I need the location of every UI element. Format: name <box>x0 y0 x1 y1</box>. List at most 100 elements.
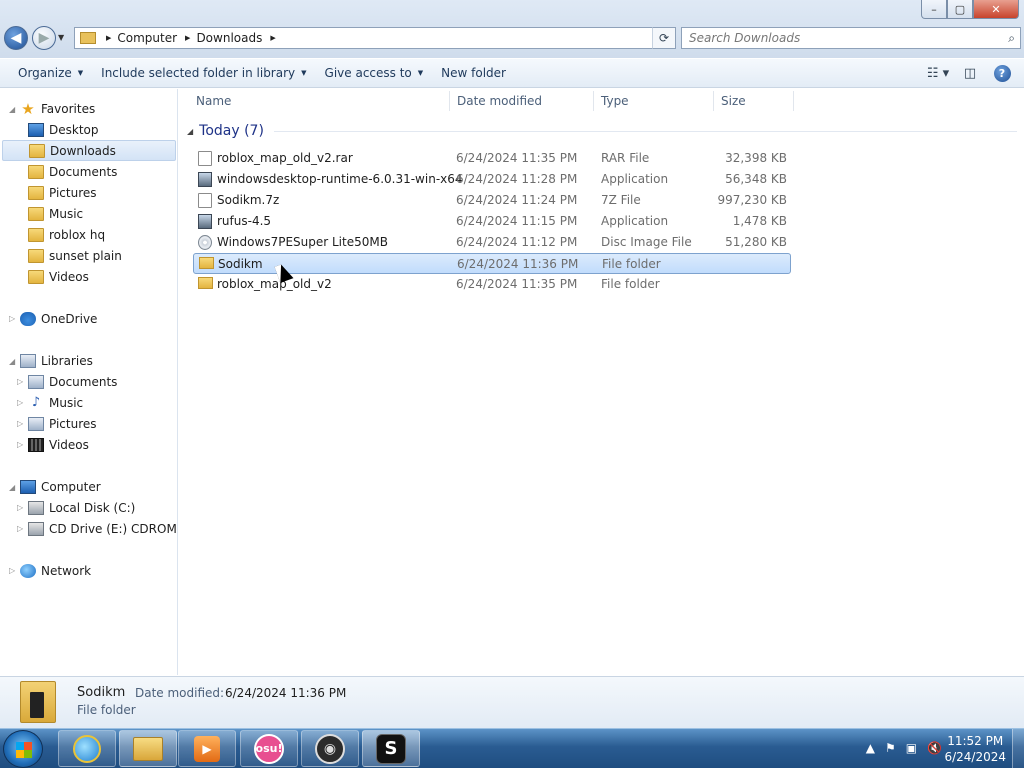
nav-pictures[interactable]: Pictures <box>28 182 97 203</box>
nav-downloads[interactable]: Downloads <box>2 140 176 161</box>
forward-arrow-icon: ▶ <box>38 30 50 46</box>
breadcrumb-computer[interactable]: Computer <box>117 31 177 45</box>
expand-triangle-icon[interactable]: ▷ <box>17 419 23 428</box>
recent-pages-dropdown[interactable]: ▼ <box>58 33 64 42</box>
column-size[interactable]: Size <box>721 94 746 108</box>
change-view-button[interactable]: ☷ ▾ <box>926 62 950 84</box>
address-bar[interactable]: ▶ Computer ▶ Downloads ▶ ▼ <box>74 27 676 49</box>
back-button[interactable]: ◀ <box>4 26 28 50</box>
include-in-library-button[interactable]: Include selected folder in library ▼ <box>92 61 315 85</box>
details-pane: Sodikm File folder Date modified: 6/24/2… <box>0 676 1024 728</box>
breadcrumb-separator-icon[interactable]: ▶ <box>185 34 190 42</box>
start-button[interactable] <box>3 730 43 768</box>
organize-button[interactable]: Organize ▼ <box>9 61 92 85</box>
file-size: 1,478 KB <box>732 214 787 228</box>
network-status-icon[interactable]: ▣ <box>906 741 917 755</box>
breadcrumb-downloads[interactable]: Downloads <box>196 31 262 45</box>
column-type[interactable]: Type <box>601 94 629 108</box>
column-date-modified[interactable]: Date modified <box>457 94 542 108</box>
disc-image-icon <box>198 235 212 250</box>
collapse-triangle-icon[interactable]: ◢ <box>9 357 15 366</box>
nav-favorites[interactable]: ★ Favorites <box>20 98 95 119</box>
search-input[interactable]: Search Downloads ⌕ <box>681 27 1021 49</box>
nav-videos[interactable]: Videos <box>28 266 89 287</box>
maximize-button[interactable]: ▢ <box>947 0 973 19</box>
computer-icon <box>20 479 36 494</box>
pictures-library-icon <box>28 416 44 431</box>
nav-music[interactable]: Music <box>28 203 83 224</box>
nav-computer[interactable]: Computer <box>20 476 101 497</box>
file-row[interactable]: roblox_map_old_v2.rar 6/24/2024 11:35 PM… <box>193 148 791 169</box>
breadcrumb-separator-icon[interactable]: ▶ <box>106 34 111 42</box>
show-hidden-icons-icon[interactable]: ▲ <box>866 741 875 755</box>
expand-triangle-icon[interactable]: ▷ <box>9 566 15 575</box>
column-divider[interactable] <box>593 91 594 111</box>
expand-triangle-icon[interactable]: ▷ <box>17 503 23 512</box>
forward-button[interactable]: ▶ <box>32 26 56 50</box>
nav-lib-music[interactable]: ♪ Music <box>28 392 83 413</box>
nav-cd-drive[interactable]: CD Drive (E:) CDROM <box>28 518 177 539</box>
close-button[interactable]: ✕ <box>973 0 1019 19</box>
nav-label: Videos <box>49 437 89 452</box>
expand-triangle-icon[interactable]: ▷ <box>17 440 23 449</box>
preview-pane-button[interactable]: ◫ <box>958 62 982 84</box>
system-clock[interactable]: 11:52 PM 6/24/2024 <box>944 733 1006 765</box>
file-row[interactable]: Sodikm.7z 6/24/2024 11:24 PM 7Z File 997… <box>193 190 791 211</box>
group-header-today[interactable]: ◢ Today (7) <box>187 123 1017 139</box>
expand-triangle-icon[interactable]: ▷ <box>17 524 23 533</box>
minimize-button[interactable]: – <box>921 0 947 19</box>
file-row[interactable]: windowsdesktop-runtime-6.0.31-win-x64 6/… <box>193 169 791 190</box>
nav-network[interactable]: Network <box>20 560 91 581</box>
nav-roblox-hq[interactable]: roblox hq <box>28 224 105 245</box>
file-row[interactable]: Windows7PESuper Lite50MB 6/24/2024 11:12… <box>193 232 791 253</box>
column-divider[interactable] <box>713 91 714 111</box>
nav-documents[interactable]: Documents <box>28 161 117 182</box>
taskbar-obs[interactable]: ◉ <box>301 730 359 767</box>
file-name: windowsdesktop-runtime-6.0.31-win-x64 <box>217 172 463 186</box>
file-size: 32,398 KB <box>725 151 787 165</box>
file-date: 6/24/2024 11:35 PM <box>456 277 578 291</box>
star-icon: ★ <box>21 99 35 118</box>
collapse-triangle-icon[interactable]: ◢ <box>187 127 193 136</box>
column-name[interactable]: Name <box>196 94 231 108</box>
file-name: Sodikm <box>218 257 263 271</box>
nav-label: Desktop <box>49 122 99 137</box>
nav-libraries[interactable]: Libraries <box>20 350 93 371</box>
new-folder-button[interactable]: New folder <box>432 61 515 85</box>
expand-triangle-icon[interactable]: ▷ <box>9 314 15 323</box>
column-divider[interactable] <box>793 91 794 111</box>
details-name: Sodikm <box>77 685 126 700</box>
breadcrumb-separator-icon[interactable]: ▶ <box>270 34 275 42</box>
nav-local-disk[interactable]: Local Disk (C:) <box>28 497 135 518</box>
taskbar-osu[interactable]: osu! <box>240 730 298 767</box>
taskbar-windows-explorer[interactable] <box>119 730 177 767</box>
search-icon[interactable]: ⌕ <box>1008 31 1015 46</box>
nav-label: roblox hq <box>49 227 106 242</box>
taskbar-app-s[interactable]: S <box>362 730 420 767</box>
help-button[interactable]: ? <box>990 62 1014 84</box>
expand-triangle-icon[interactable]: ▷ <box>17 398 23 407</box>
give-access-button[interactable]: Give access to ▼ <box>316 61 433 85</box>
file-row[interactable]: rufus-4.5 6/24/2024 11:15 PM Application… <box>193 211 791 232</box>
action-center-flag-icon[interactable]: ⚑ <box>885 741 896 755</box>
search-placeholder: Search Downloads <box>689 31 801 45</box>
expand-triangle-icon[interactable]: ▷ <box>17 377 23 386</box>
taskbar-internet-explorer[interactable] <box>58 730 116 767</box>
taskbar-media-player[interactable]: ▶ <box>178 730 236 767</box>
installer-icon <box>198 172 212 187</box>
folder-icon <box>28 248 44 263</box>
nav-sunset-plain[interactable]: sunset plain <box>28 245 122 266</box>
nav-lib-videos[interactable]: Videos <box>28 434 89 455</box>
volume-muted-icon[interactable]: 🔇 <box>927 741 942 755</box>
nav-label: Downloads <box>50 143 116 158</box>
column-divider[interactable] <box>449 91 450 111</box>
obs-icon: ◉ <box>315 733 345 764</box>
nav-lib-pictures[interactable]: Pictures <box>28 413 97 434</box>
nav-desktop[interactable]: Desktop <box>28 119 99 140</box>
refresh-button[interactable]: ⟳ <box>652 27 676 49</box>
nav-lib-documents[interactable]: Documents <box>28 371 117 392</box>
collapse-triangle-icon[interactable]: ◢ <box>9 105 15 114</box>
collapse-triangle-icon[interactable]: ◢ <box>9 483 15 492</box>
nav-onedrive[interactable]: OneDrive <box>20 308 97 329</box>
show-desktop-button[interactable] <box>1012 729 1024 769</box>
